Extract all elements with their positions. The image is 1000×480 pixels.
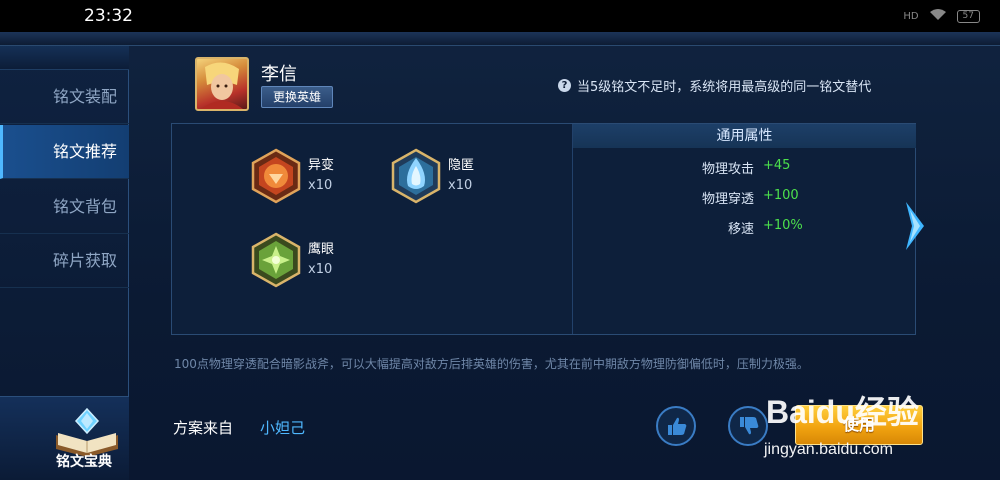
rune-count: x10 xyxy=(308,262,333,277)
sidebar-item-rune-recommend[interactable]: 铭文推荐 xyxy=(0,125,129,179)
thumbs-up-icon xyxy=(668,417,687,435)
rune-codex-label: 铭文宝典 xyxy=(56,454,112,470)
rune-list: 异变 x10 隐匿 x10 鹰眼 x10 xyxy=(172,124,573,334)
hero-avatar[interactable] xyxy=(195,57,249,111)
wifi-icon xyxy=(929,8,947,24)
sidebar: 铭文装配 铭文推荐 铭文背包 碎片获取 铭文宝典 xyxy=(0,46,129,480)
attribute-value: +10% xyxy=(763,218,803,233)
book-icon xyxy=(56,407,118,457)
sidebar-item-rune-bag[interactable]: 铭文背包 xyxy=(0,180,129,234)
attribute-row: 移速 +10% xyxy=(573,218,916,238)
attribute-value: +45 xyxy=(763,158,791,173)
rune-item[interactable]: 鹰眼 x10 xyxy=(250,232,390,292)
rune-item[interactable]: 隐匿 x10 xyxy=(390,148,530,208)
rune-count: x10 xyxy=(308,178,333,193)
sidebar-item-rune-setup[interactable]: 铭文装配 xyxy=(0,70,129,124)
rune-yingyan-icon xyxy=(251,232,301,288)
attribute-row: 物理攻击 +45 xyxy=(573,158,916,178)
notice-text: 当5级铭文不足时，系统将用最高级的同一铭文替代 xyxy=(577,80,872,95)
baidu-watermark: Baidu经验 jingyan.baidu.com xyxy=(760,377,1000,480)
rune-count: x10 xyxy=(448,178,473,193)
signal-icon: HD xyxy=(903,10,919,22)
attribute-name: 移速 xyxy=(727,222,754,237)
status-time: 23:32 xyxy=(84,6,133,26)
rune-panel: 异变 x10 隐匿 x10 鹰眼 x10 通用属性 物理攻击 +45 物理穿透 … xyxy=(171,123,916,335)
notice: ? 当5级铭文不足时，系统将用最高级的同一铭文替代 xyxy=(558,76,871,95)
plan-description: 100点物理穿透配合暗影战斧，可以大幅提高对敌方后排英雄的伤害，尤其在前中期敌方… xyxy=(174,357,809,371)
rune-item[interactable]: 异变 x10 xyxy=(250,148,390,208)
rune-name: 隐匿 xyxy=(448,158,475,173)
rune-name: 异变 xyxy=(308,158,335,173)
next-arrow-icon[interactable] xyxy=(902,198,928,254)
like-button[interactable] xyxy=(656,406,696,446)
battery-icon: 57 xyxy=(956,9,980,23)
attribute-row: 物理穿透 +100 xyxy=(573,188,916,208)
attribute-value: +100 xyxy=(763,188,799,203)
rune-name: 鹰眼 xyxy=(308,242,335,257)
sidebar-top-ornament xyxy=(0,46,129,70)
attribute-name: 物理穿透 xyxy=(701,192,754,207)
rune-yinni-icon xyxy=(391,148,441,204)
rune-codex-button[interactable]: 铭文宝典 xyxy=(0,396,129,480)
attribute-name: 物理攻击 xyxy=(701,162,754,177)
rune-yibian-icon xyxy=(251,148,301,204)
watermark-logo: Baidu经验 xyxy=(766,394,919,430)
hero-portrait-icon xyxy=(201,62,243,109)
hero-name: 李信 xyxy=(261,64,297,85)
status-bar: 23:32 HD 57 xyxy=(0,0,1000,32)
watermark-site: jingyan.baidu.com xyxy=(764,441,893,458)
source-author-link[interactable]: 小妲己 xyxy=(260,417,305,438)
attributes-header: 通用属性 xyxy=(573,124,916,148)
frame-top-border xyxy=(0,32,1000,46)
thumbs-down-icon xyxy=(740,417,759,435)
change-hero-button[interactable]: 更换英雄 xyxy=(261,86,333,108)
sidebar-item-fragment-get[interactable]: 碎片获取 xyxy=(0,234,129,288)
info-icon: ? xyxy=(558,79,571,92)
status-icons: HD 57 xyxy=(903,8,980,24)
source-label: 方案来自 xyxy=(173,419,234,437)
